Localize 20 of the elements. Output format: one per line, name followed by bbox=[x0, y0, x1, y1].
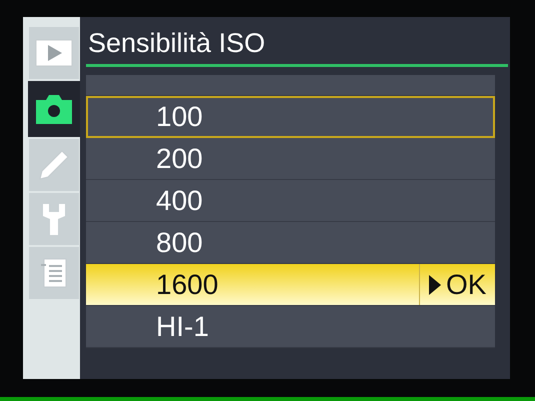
wrench-icon bbox=[41, 202, 67, 236]
option-label: 800 bbox=[156, 226, 203, 258]
iso-option[interactable]: 200 bbox=[86, 138, 495, 180]
play-icon bbox=[35, 39, 73, 67]
play-arrow-icon bbox=[428, 274, 442, 296]
pencil-icon bbox=[38, 149, 70, 181]
list-icon bbox=[40, 257, 68, 289]
option-label: 200 bbox=[156, 142, 203, 174]
option-label: 400 bbox=[156, 184, 203, 216]
iso-option[interactable]: 400 bbox=[86, 180, 495, 222]
iso-option[interactable]: HI-1 bbox=[86, 306, 495, 348]
iso-option[interactable]: 100 bbox=[86, 96, 495, 138]
option-label: 1600 bbox=[156, 268, 218, 300]
option-label: HI-1 bbox=[156, 310, 209, 342]
option-label: 100 bbox=[156, 100, 203, 132]
iso-option[interactable]: 1600 OK bbox=[86, 264, 495, 306]
menu-title: Sensibilità ISO bbox=[87, 27, 266, 60]
menu-tab[interactable] bbox=[28, 81, 80, 137]
camera-icon bbox=[34, 92, 74, 126]
ok-label: OK bbox=[446, 268, 486, 300]
